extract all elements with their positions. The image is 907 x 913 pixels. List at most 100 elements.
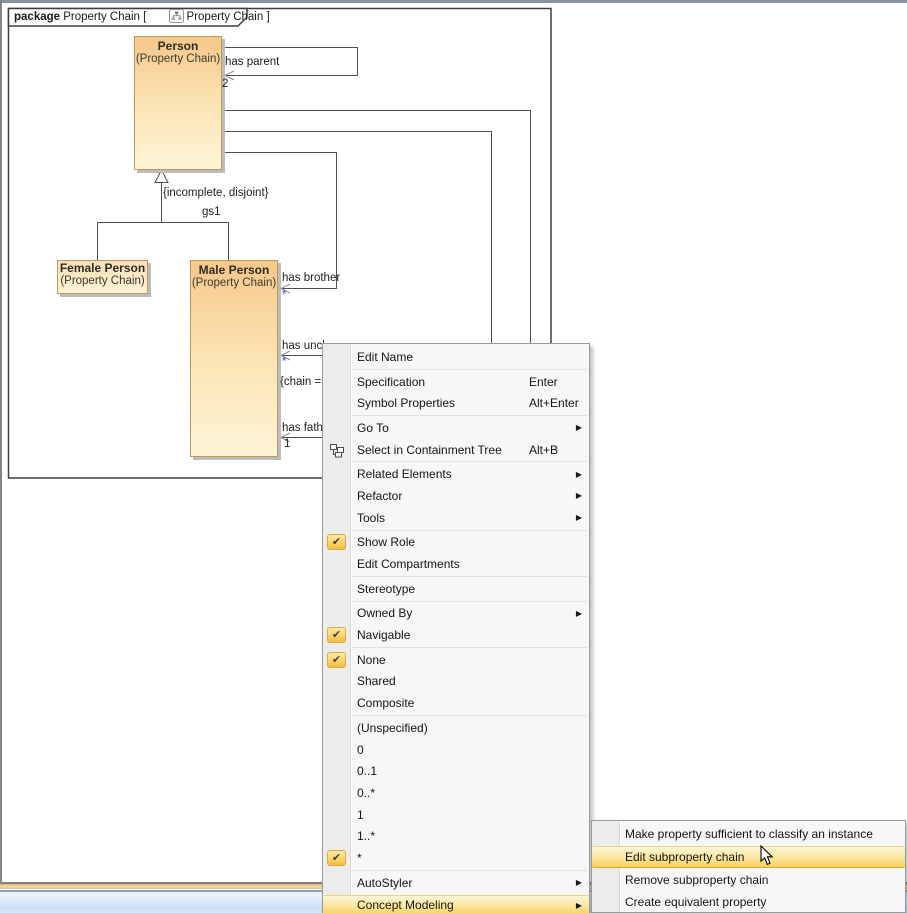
checkmark-icon: ✔ (327, 534, 346, 550)
frame-bracket-open: [ (143, 11, 146, 23)
canvas-left-border (0, 0, 2, 884)
menu-item-make-property-sufficient-to-classify-an-instance[interactable]: Make property sufficient to classify an … (592, 823, 905, 845)
menu-item-label: AutoStyler (357, 876, 412, 890)
menu-item-0[interactable]: 0 (323, 739, 589, 761)
menu-separator (352, 647, 587, 648)
menu-item-label: 0..1 (357, 764, 377, 778)
menu-item-refactor[interactable]: Refactor ▶ (323, 485, 589, 507)
menu-item-label: Stereotype (357, 582, 415, 596)
menu-item-autostyler[interactable]: AutoStyler▶ (323, 872, 589, 894)
submenu-arrow-icon: ▶ (576, 470, 582, 479)
checkmark-icon: ✔ (327, 652, 346, 668)
menu-item-label: (Unspecified) (357, 721, 428, 735)
menu-separator (352, 415, 587, 416)
menu-item-edit-name[interactable]: Edit Name (323, 346, 589, 368)
menu-item-label: Edit Name (357, 350, 413, 364)
menu-item-label: Make property sufficient to classify an … (625, 827, 873, 841)
has-uncle-multiplicity[interactable]: * (282, 356, 286, 368)
class-stereotype: (Property Chain) (58, 275, 147, 287)
menu-item-label: Refactor (357, 489, 402, 503)
menu-item-label: 0..* (357, 786, 375, 800)
menu-item-unspecified[interactable]: (Unspecified) (323, 717, 589, 739)
has-father-multiplicity[interactable]: 1 (284, 438, 290, 450)
checkmark-icon: ✔ (327, 850, 346, 866)
menu-item-label: 1..* (357, 829, 375, 843)
has-father-label[interactable]: has fath (282, 422, 323, 434)
generalization-triangle (155, 170, 168, 183)
concept-modeling-submenu: Make property sufficient to classify an … (591, 820, 906, 913)
mouse-cursor-icon (760, 845, 774, 872)
menu-item-navigable[interactable]: ✔ Navigable (323, 624, 589, 646)
submenu-arrow-icon: ▶ (576, 491, 582, 500)
class-name: Female Person (58, 261, 147, 275)
menu-item-1[interactable]: 1..* (323, 825, 589, 847)
generalization-constraint-label[interactable]: {incomplete, disjoint} (163, 187, 268, 199)
menu-item-label: Navigable (357, 628, 410, 642)
menu-separator (352, 530, 587, 531)
shortcut-label: Alt+B (529, 443, 558, 457)
frame-bracket-close: ] (266, 11, 269, 23)
menu-item-label: Symbol Properties (357, 396, 455, 410)
package-frame-tab-label[interactable]: package Property Chain [ Property Chain … (14, 10, 270, 24)
menu-separator (352, 461, 587, 462)
menu-item-edit-compartments[interactable]: Edit Compartments (323, 553, 589, 575)
submenu-arrow-icon: ▶ (576, 513, 582, 522)
menu-item-item-30[interactable]: ✔* (323, 847, 589, 869)
menu-item-related-elements[interactable]: Related Elements ▶ (323, 463, 589, 485)
menu-item-remove-subproperty-chain[interactable]: Remove subproperty chain (592, 869, 905, 891)
menu-item-gutter: ✔ (323, 850, 350, 866)
menu-item-specification[interactable]: Specification Enter (323, 371, 589, 393)
menu-item-label: Shared (357, 674, 396, 688)
menu-item-label: Concept Modeling (357, 898, 454, 912)
menu-item-0[interactable]: 0..* (323, 782, 589, 804)
class-name: Male Person (191, 261, 277, 277)
menu-separator (352, 715, 587, 716)
class-female-person[interactable]: Female Person (Property Chain) (57, 260, 148, 294)
menu-item-go-to[interactable]: Go To▶ (323, 417, 589, 439)
menu-item-composite[interactable]: Composite (323, 692, 589, 714)
shortcut-label: Alt+Enter (529, 396, 579, 410)
has-brother-label[interactable]: has brother (282, 272, 340, 284)
has-parent-label[interactable]: has parent (225, 56, 279, 68)
menu-item-symbol-properties[interactable]: Symbol Properties Alt+Enter (323, 392, 589, 414)
menu-item-label: Specification (357, 375, 425, 389)
class-male-person[interactable]: Male Person (Property Chain) (190, 260, 278, 457)
menu-item-create-equivalent-property[interactable]: Create equivalent property (592, 891, 905, 913)
menu-item-label: Create equivalent property (625, 895, 766, 909)
application-window: package Property Chain [ Property Chain … (0, 0, 907, 913)
menu-item-select-in-containment-tree[interactable]: Select in Containment TreeAlt+B (323, 439, 589, 461)
menu-item-label: Related Elements (357, 467, 452, 481)
menu-item-show-role[interactable]: ✔ Show Role (323, 532, 589, 554)
menu-item-label: Show Role (357, 535, 415, 549)
menu-separator (352, 576, 587, 577)
shortcut-label: Enter (529, 375, 558, 389)
menu-item-label: Edit Compartments (357, 557, 460, 571)
submenu-arrow-icon: ▶ (576, 901, 582, 910)
menu-item-gutter: ✔ (323, 627, 350, 643)
submenu-arrow-icon: ▶ (576, 423, 582, 432)
frame-package-name: Property Chain (63, 11, 140, 23)
menu-item-gutter: ✔ (323, 652, 350, 668)
submenu-arrow-icon: ▶ (576, 609, 582, 618)
has-brother-multiplicity[interactable]: * (282, 289, 286, 301)
generalization-set-label[interactable]: gs1 (202, 206, 221, 218)
has-uncle-label[interactable]: has uncl (282, 340, 325, 352)
menu-item-owned-by[interactable]: Owned By▶ (323, 603, 589, 625)
menu-item-none[interactable]: ✔None (323, 649, 589, 671)
menu-separator (352, 369, 587, 370)
menu-item-concept-modeling[interactable]: Concept Modeling ▶ (323, 895, 589, 913)
menu-item-1[interactable]: 1 (323, 804, 589, 826)
class-person[interactable]: Person (Property Chain) (134, 36, 222, 170)
menu-separator (352, 601, 587, 602)
menu-item-label: Tools (357, 511, 385, 525)
menu-item-edit-subproperty-chain[interactable]: Edit subproperty chain (592, 846, 905, 868)
checkmark-icon: ✔ (327, 627, 346, 643)
menu-item-shared[interactable]: Shared (323, 671, 589, 693)
menu-item-0-1[interactable]: 0..1 (323, 760, 589, 782)
menu-item-stereotype[interactable]: Stereotype (323, 578, 589, 600)
menu-item-tools[interactable]: Tools ▶ (323, 507, 589, 529)
has-parent-multiplicity[interactable]: 2 (222, 78, 228, 90)
menu-item-gutter: ✔ (323, 534, 350, 550)
menu-separator (352, 870, 587, 871)
class-stereotype: (Property Chain) (191, 277, 277, 289)
